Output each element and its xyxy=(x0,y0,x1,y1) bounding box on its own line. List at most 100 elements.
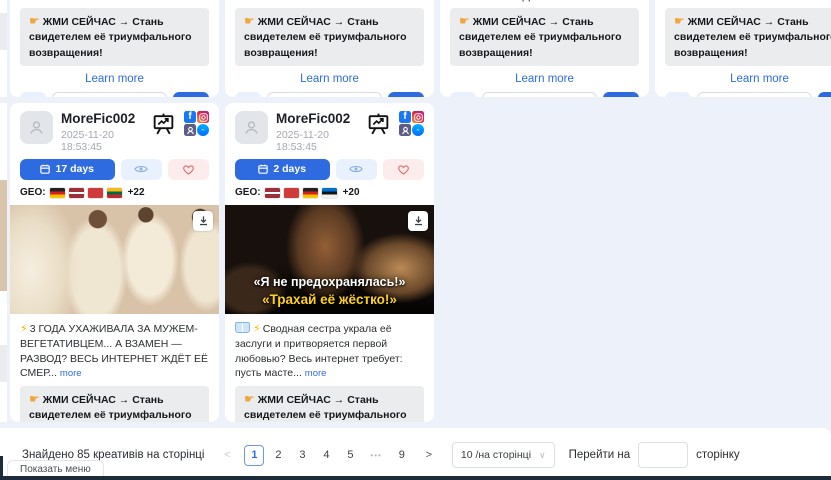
geo-label: GEO: xyxy=(20,187,46,198)
days-label: 2 days xyxy=(273,163,306,175)
geo-more-count[interactable]: +20 xyxy=(343,187,360,198)
cta-box: ☛ЖМИ СЕЙЧАС → Стань свидетелем её триумф… xyxy=(20,8,209,66)
landing-url-input[interactable] xyxy=(697,92,812,97)
presentation-chart-icon xyxy=(151,112,176,137)
creative-datetime: 2025-11-20 18:53:45 xyxy=(276,129,366,153)
book-icon xyxy=(235,322,250,333)
ad-text: ⚡3 ГОДА УХАЖИВАЛА ЗА МУЖЕМ-ВЕГЕТАТИВЦЕМ.… xyxy=(20,322,209,381)
presentation-chart-icon xyxy=(366,112,391,137)
page-ellipsis: ••• xyxy=(364,450,387,461)
prev-page-button[interactable]: < xyxy=(218,449,236,461)
goto-page-input[interactable] xyxy=(638,442,688,468)
search-button[interactable] xyxy=(450,92,476,97)
favorite-button[interactable] xyxy=(383,159,424,180)
lightning-icon: ⚡ xyxy=(253,323,261,335)
download-image-button[interactable] xyxy=(193,211,213,231)
card-header: MoreFic002 2025-11-20 18:53:45 f xyxy=(20,111,209,153)
heart-icon xyxy=(397,164,410,175)
learn-more-link[interactable]: Learn more xyxy=(20,73,209,85)
geo-row: GEO: +22 xyxy=(20,187,209,199)
person-icon xyxy=(28,119,45,136)
flag-lt-icon xyxy=(107,188,122,198)
days-active-button[interactable]: 17 days xyxy=(20,159,115,180)
pagination-bar: Знайдено 85 креативів на сторінці < 1234… xyxy=(0,428,831,480)
geo-more-count[interactable]: +22 xyxy=(128,187,145,198)
pagination-row: Знайдено 85 креативів на сторінці < 1234… xyxy=(0,428,831,468)
heart-icon xyxy=(182,164,195,175)
person-icon xyxy=(243,119,260,136)
creative-image[interactable]: «Я не предохранялась!» «Трахай её жёстко… xyxy=(225,205,434,314)
learn-more-link[interactable]: Learn more xyxy=(665,73,831,85)
open-url-button[interactable]: → xyxy=(818,92,831,97)
cta-box: ☛ЖМИ СЕЙЧАС → Стань свидетелем её триумф… xyxy=(20,386,209,422)
per-page-value: 10 /на сторінці xyxy=(461,449,531,461)
landing-url-input[interactable] xyxy=(267,92,382,97)
instagram-icon xyxy=(412,111,424,123)
geo-label: GEO: xyxy=(235,187,261,198)
page-name: MoreFic002 xyxy=(61,111,151,127)
landing-url-input[interactable] xyxy=(482,92,597,97)
header-text: MoreFic002 2025-11-20 18:53:45 xyxy=(276,111,366,153)
image-caption: «Я не предохранялась!» «Трахай её жёстко… xyxy=(225,274,434,309)
next-page-button[interactable]: > xyxy=(420,449,438,461)
ad-text-icons: ⚡ xyxy=(20,323,30,335)
open-url-button[interactable]: → xyxy=(388,92,424,97)
messenger-icon xyxy=(197,124,209,136)
more-link[interactable]: more xyxy=(305,368,327,379)
clipped-left-column xyxy=(0,0,7,456)
page-button-5[interactable]: 5 xyxy=(340,445,360,466)
card-actions: 17 days xyxy=(20,159,209,180)
download-image-button[interactable] xyxy=(408,211,428,231)
placement-icons: f xyxy=(184,111,209,136)
geo-flags xyxy=(265,188,337,198)
audience-network-icon xyxy=(184,124,196,136)
eye-icon xyxy=(134,164,148,174)
open-url-button[interactable]: → xyxy=(173,92,209,97)
card-actions: 2 days xyxy=(235,159,424,180)
preview-button[interactable] xyxy=(121,159,162,180)
creative-column-2: ☛ЖМИ СЕЙЧАС → Стань свидетелем её триумф… xyxy=(225,0,434,422)
page-button-4[interactable]: 4 xyxy=(316,445,336,466)
days-active-button[interactable]: 2 days xyxy=(235,159,330,180)
cta-text: ЖМИ СЕЙЧАС → Стань свидетелем её триумфа… xyxy=(29,16,192,59)
calendar-icon xyxy=(258,164,268,174)
column-gap xyxy=(0,97,7,103)
search-button[interactable] xyxy=(665,92,691,97)
days-label: 17 days xyxy=(55,163,94,175)
goto-prefix: Перейти на xyxy=(569,449,631,461)
search-button[interactable] xyxy=(20,92,46,97)
page-button-2[interactable]: 2 xyxy=(268,445,288,466)
url-row: → xyxy=(450,92,639,97)
show-menu-tab[interactable]: Показать меню xyxy=(7,460,104,477)
clipped-ad-text: ИНТЕРНЕТ ЖДЁТ ЕЁ СМЕР ... more xyxy=(450,0,639,5)
creative-column-1: ☛ЖМИ СЕЙЧАС → Стань свидетелем её триумф… xyxy=(10,0,219,422)
favorite-button[interactable] xyxy=(168,159,209,180)
more-link[interactable]: more xyxy=(612,0,634,2)
lightning-icon: ⚡ xyxy=(20,323,28,335)
goto-suffix: сторінку xyxy=(696,449,740,461)
ad-text-icons: ⚡ xyxy=(235,323,263,335)
learn-more-link[interactable]: Learn more xyxy=(235,73,424,85)
landing-url-input[interactable] xyxy=(52,92,167,97)
pointer-icon: ☛ xyxy=(674,14,685,28)
preview-button[interactable] xyxy=(336,159,377,180)
creative-image[interactable] xyxy=(10,205,219,314)
avatar xyxy=(20,111,53,144)
open-url-button[interactable]: → xyxy=(603,92,639,97)
page-button-9[interactable]: 9 xyxy=(392,445,412,466)
pointer-icon: ☛ xyxy=(244,392,255,406)
flag-lv-icon xyxy=(265,188,280,198)
facebook-icon: f xyxy=(184,111,196,123)
creative-card: MoreFic002 2025-11-20 18:53:45 f 2 days … xyxy=(225,103,434,422)
pointer-icon: ☛ xyxy=(459,14,470,28)
learn-more-link[interactable]: Learn more xyxy=(450,73,639,85)
clipped-ad-text-content: ИНТЕРНЕТ ЖДЁТ ЕЁ СМЕР ... xyxy=(450,0,609,2)
cta-text: ЖМИ СЕЙЧАС → Стань свидетелем её триумфа… xyxy=(29,394,192,422)
more-link[interactable]: more xyxy=(60,368,82,379)
page-button-3[interactable]: 3 xyxy=(292,445,312,466)
cta-box: ☛ЖМИ СЕЙЧАС → Стань свидетелем её триумф… xyxy=(665,8,831,66)
page-button-1[interactable]: 1 xyxy=(244,445,264,466)
flag-red-icon xyxy=(88,188,103,198)
search-button[interactable] xyxy=(235,92,261,97)
per-page-select[interactable]: 10 /на сторінці ∨ xyxy=(452,442,555,468)
